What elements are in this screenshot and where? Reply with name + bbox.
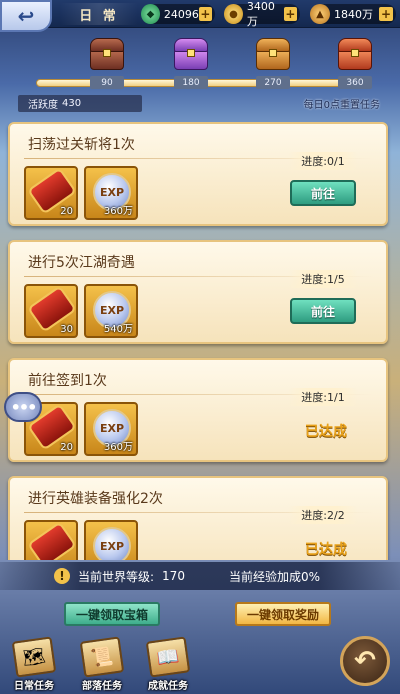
exp-bonus-label: 当前经验加成0%	[228, 569, 320, 584]
chest-icon	[187, 49, 195, 57]
nav-label: 部落任务	[82, 681, 122, 692]
jade-icon: ◆	[141, 4, 160, 24]
claim-all-rewards-button[interactable]: 一键领取奖励	[235, 602, 331, 626]
add-jade-button[interactable]: +	[198, 7, 212, 21]
nav-label: 成就任务	[148, 681, 188, 692]
task-progress: 进度:0/1	[288, 152, 358, 170]
reward-item[interactable]	[24, 520, 78, 560]
chest-180[interactable]	[170, 34, 212, 74]
resource-jade: ◆ 24096 +	[141, 4, 215, 24]
milestone-label: 270	[256, 76, 290, 89]
map-scroll-icon: 🗺	[11, 636, 57, 678]
resource-jade-value: 24096	[163, 7, 199, 21]
reward-item[interactable]: EXP 540万	[84, 284, 138, 338]
reward-item[interactable]: EXP 360万	[84, 166, 138, 220]
chest-icon	[269, 49, 277, 57]
chest-360[interactable]	[334, 34, 376, 74]
add-coin-button[interactable]: +	[283, 7, 297, 21]
tab-daily[interactable]: 日 常	[60, 3, 138, 25]
world-level-value: 170	[162, 569, 185, 583]
activity-score: 活跃度 430	[18, 95, 142, 112]
tribe-scroll-icon: 📜	[79, 636, 125, 678]
reward-item[interactable]: 30	[24, 284, 78, 338]
nav-label: 日常任务	[14, 681, 54, 692]
achievement-book-icon: 📖	[145, 636, 191, 678]
task-card: 扫荡过关斩将1次 20 EXP 360万 进度:0/1 前往	[8, 122, 388, 226]
resource-ingot-value: 1840万	[334, 8, 373, 21]
task-title: 进行5次江湖奇遇	[28, 255, 135, 271]
reward-qty: 360万	[103, 206, 133, 217]
completed-label: 已达成	[305, 424, 347, 440]
task-progress: 进度:2/2	[288, 506, 358, 524]
task-list[interactable]: 扫荡过关斩将1次 20 EXP 360万 进度:0/1 前往 进行5次江湖奇遇 …	[0, 122, 400, 560]
reward-qty: 30	[60, 324, 73, 335]
task-progress: 进度:1/5	[288, 270, 358, 288]
reset-note: 每日0点重置任务	[303, 100, 380, 111]
claim-all-chests-button[interactable]: 一键领取宝箱	[64, 602, 160, 626]
resource-ingot: ▲ 1840万 +	[310, 4, 396, 24]
task-title: 进行英雄装备强化2次	[28, 491, 163, 507]
scroll-icon	[27, 522, 76, 560]
milestone-label: 90	[90, 76, 124, 89]
chest-icon	[103, 49, 111, 57]
reward-item[interactable]: EXP 360万	[84, 402, 138, 456]
reward-item[interactable]: 20	[24, 166, 78, 220]
add-ingot-button[interactable]: +	[379, 7, 393, 21]
task-card: 前往签到1次 20 EXP 360万 进度:1/1 已达成	[8, 358, 388, 462]
milestone-label: 180	[174, 76, 208, 89]
nav-achievement-tasks[interactable]: 📖 成就任务	[140, 634, 196, 692]
nav-daily-tasks[interactable]: 🗺 日常任务	[6, 634, 62, 692]
world-info-bar: ! 当前世界等级: 170 当前经验加成0%	[0, 562, 400, 590]
reward-qty: 540万	[103, 324, 133, 335]
return-arrow-icon: ↶	[354, 646, 376, 676]
more-dots-icon: •••	[10, 397, 38, 417]
reward-qty: 360万	[103, 442, 133, 453]
activity-progress: 90 180 270 360 活跃度 430 每日0点重置任务	[0, 28, 400, 116]
task-progress: 进度:1/1	[288, 388, 358, 406]
task-card: 进行英雄装备强化2次 EXP 进度:2/2 已达成	[8, 476, 388, 560]
milestone-label: 360	[338, 76, 372, 89]
reward-qty: 20	[60, 206, 73, 217]
info-icon: !	[54, 568, 70, 584]
resource-coin: ● 3400万 +	[224, 0, 300, 28]
ingot-icon: ▲	[310, 4, 330, 24]
return-button[interactable]: ↶	[340, 636, 390, 686]
task-title: 前往签到1次	[28, 373, 107, 389]
activity-value: 430	[62, 98, 82, 109]
world-level-label: 当前世界等级:	[78, 569, 155, 584]
go-button[interactable]: 前往	[290, 180, 356, 206]
task-card: 进行5次江湖奇遇 30 EXP 540万 进度:1/5 前往	[8, 240, 388, 344]
chest-icon	[351, 49, 359, 57]
resource-coin-value: 3400万	[246, 0, 275, 28]
reward-qty: 20	[60, 442, 73, 453]
activity-label: 活跃度	[28, 100, 58, 111]
top-bar: ↩ 日 常 ◆ 24096 + ● 3400万 + ▲ 1840万 +	[0, 0, 400, 32]
completed-label: 已达成	[305, 542, 347, 558]
task-title: 扫荡过关斩将1次	[28, 137, 135, 153]
exp-icon: EXP	[93, 527, 131, 560]
nav-tribe-tasks[interactable]: 📜 部落任务	[74, 634, 130, 692]
chest-90[interactable]	[86, 34, 128, 74]
go-button[interactable]: 前往	[290, 298, 356, 324]
reward-item[interactable]: EXP	[84, 520, 138, 560]
chest-270[interactable]	[252, 34, 294, 74]
back-arrow-icon: ↩	[17, 4, 35, 28]
coin-icon: ●	[224, 4, 243, 24]
chat-bubble-button[interactable]: •••	[4, 392, 42, 422]
